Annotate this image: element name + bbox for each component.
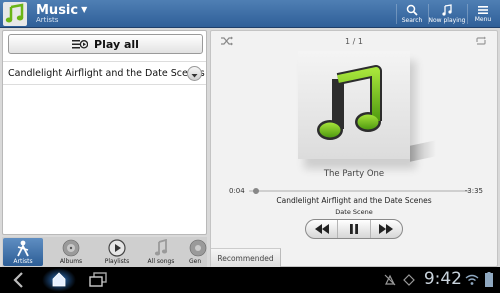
now-playing-icon — [442, 4, 452, 16]
wifi-icon — [465, 274, 479, 285]
dropdown-caret-icon[interactable]: ▼ — [81, 5, 87, 14]
album-icon — [62, 239, 80, 257]
search-icon — [406, 4, 418, 16]
music-note-art-icon — [317, 65, 382, 140]
artist-name: Candlelight Airflight and the Date Scene… — [8, 68, 205, 79]
tab-all-songs[interactable]: All songs — [141, 238, 181, 266]
clock[interactable]: 9:42 — [424, 269, 462, 289]
elapsed-time: 0:04 — [229, 187, 245, 195]
tab-albums[interactable]: Albums — [49, 238, 93, 266]
album-caption: The Party One — [323, 169, 385, 179]
pause-button[interactable] — [338, 220, 371, 238]
tab-playlists[interactable]: Playlists — [97, 238, 137, 266]
previous-button[interactable] — [306, 220, 339, 238]
playback-controls — [305, 219, 403, 239]
now-playing-panel: 1 / 1 The Party One 0:04 -3:35 Candlelig… — [210, 30, 498, 267]
next-button[interactable] — [371, 220, 402, 238]
recent-apps-icon[interactable] — [89, 272, 107, 287]
tab-genres[interactable]: Gen — [189, 238, 207, 266]
chevron-down-icon — [191, 74, 198, 78]
search-button[interactable]: Search — [398, 0, 426, 28]
artist-icon — [17, 240, 29, 257]
play-all-button[interactable]: Play all — [8, 34, 203, 54]
music-note-icon — [154, 239, 168, 256]
now-playing-button[interactable]: Now playing — [429, 0, 465, 28]
artist-list-item[interactable]: Candlelight Airflight and the Date Scene… — [3, 61, 206, 85]
usb-debug-icon — [384, 274, 396, 286]
seek-bar[interactable] — [249, 188, 469, 194]
notification-icon[interactable] — [403, 274, 415, 286]
tab-artists[interactable]: Artists — [3, 238, 43, 266]
rewind-icon — [314, 224, 329, 234]
queue-position: 1 / 1 — [345, 37, 363, 46]
playlist-icon — [108, 239, 126, 257]
action-bar: Music ▼ Artists Search Now playing Menu — [0, 0, 500, 28]
divider — [396, 4, 397, 24]
seek-handle[interactable] — [253, 188, 260, 194]
menu-icon — [478, 6, 488, 14]
battery-icon — [485, 272, 493, 287]
play-all-icon — [72, 39, 89, 49]
repeat-icon[interactable] — [475, 36, 487, 46]
artist-name: Date Scene — [335, 208, 373, 216]
system-bar: 9:42 — [0, 267, 500, 293]
library-tabs: Artists Albums Playlists All songs Gen — [2, 237, 207, 267]
fast-forward-icon — [379, 224, 394, 234]
app-subtitle: Artists — [36, 16, 59, 24]
genre-icon — [189, 239, 207, 257]
back-icon[interactable] — [12, 272, 26, 288]
music-app-icon[interactable] — [3, 2, 27, 26]
remaining-time: -3:35 — [464, 187, 483, 195]
menu-button[interactable]: Menu — [469, 0, 497, 28]
divider — [467, 4, 468, 24]
pause-icon — [349, 224, 358, 234]
expand-button[interactable] — [187, 66, 202, 81]
album-art[interactable] — [298, 51, 410, 159]
song-title: Candlelight Airflight and the Date Scene… — [276, 196, 432, 205]
artist-list-panel: Play all Candlelight Airflight and the D… — [2, 30, 207, 235]
album-art-reflection — [410, 140, 436, 162]
recommended-tab[interactable]: Recommended — [211, 248, 281, 267]
home-icon[interactable] — [51, 272, 67, 287]
